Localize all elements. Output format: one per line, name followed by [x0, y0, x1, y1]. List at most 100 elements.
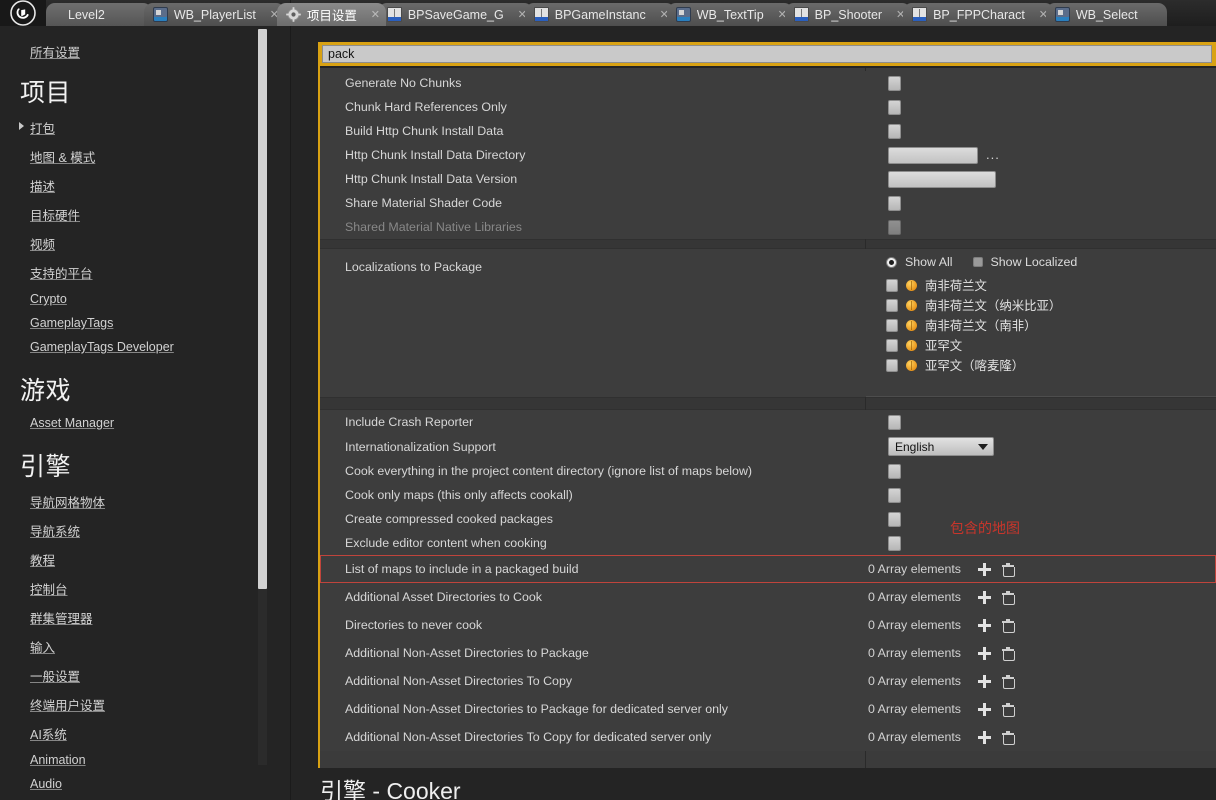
property-row[interactable]: Generate No Chunks: [320, 71, 1216, 95]
sidebar-scrollbar-thumb[interactable]: [258, 29, 267, 589]
checkbox[interactable]: [888, 99, 901, 115]
editor-tab-wb-texttip[interactable]: WB_TextTip ✕: [666, 3, 793, 26]
localization-list-item[interactable]: 南非荷兰文: [886, 275, 1216, 295]
checkbox[interactable]: [886, 278, 898, 292]
property-row[interactable]: Cook everything in the project content d…: [320, 459, 1216, 483]
delete-icon[interactable]: [1002, 674, 1015, 689]
text-input[interactable]: [888, 170, 996, 188]
checkbox[interactable]: [888, 195, 901, 211]
delete-icon[interactable]: [1002, 618, 1015, 633]
checkbox[interactable]: [886, 318, 898, 332]
editor-tab-wb-playerlist[interactable]: WB_PlayerList ✕: [143, 3, 285, 26]
property-row[interactable]: Internationalization Support English: [320, 434, 1216, 459]
property-row[interactable]: Http Chunk Install Data Version: [320, 167, 1216, 191]
chevron-down-icon[interactable]: [978, 443, 988, 450]
property-row[interactable]: Include Crash Reporter: [320, 410, 1216, 434]
settings-sidebar[interactable]: 所有设置 项目 打包 地图 & 模式 描述 目标硬件 视频 支持的平台 Crypto Gamep…: [0, 26, 268, 800]
checkbox[interactable]: [886, 298, 898, 312]
checkbox[interactable]: [888, 414, 901, 430]
add-element-icon[interactable]: [978, 730, 991, 744]
chevron-right-icon[interactable]: [19, 122, 24, 130]
checkbox[interactable]: [888, 123, 901, 139]
close-icon[interactable]: ✕: [369, 8, 382, 21]
dropdown-select[interactable]: English: [888, 437, 994, 456]
property-row[interactable]: Share Material Shader Code: [320, 191, 1216, 215]
sidebar-item-地图-模式[interactable]: 地图 & 模式: [0, 142, 268, 171]
editor-tab-bpsavegame-g[interactable]: BPSaveGame_G ✕: [377, 3, 533, 26]
sidebar-item-描述[interactable]: 描述: [0, 171, 268, 200]
add-element-icon[interactable]: [978, 702, 991, 716]
sidebar-item-打包[interactable]: 打包: [0, 113, 268, 142]
sidebar-item-目标硬件[interactable]: 目标硬件: [0, 200, 268, 229]
sidebar-item-audio[interactable]: Audio: [0, 772, 268, 796]
checkbox[interactable]: [886, 358, 898, 372]
delete-icon[interactable]: [1002, 702, 1015, 717]
sidebar-item-视频[interactable]: 视频: [0, 229, 268, 258]
checkbox[interactable]: [888, 535, 901, 551]
sidebar-item-collision[interactable]: Collision: [0, 796, 268, 800]
editor-tab--[interactable]: 项目设置 ✕: [276, 3, 386, 26]
property-row[interactable]: Additional Non-Asset Directories to Pack…: [320, 695, 1216, 723]
checkbox[interactable]: [888, 75, 901, 91]
property-row[interactable]: Http Chunk Install Data Directory...: [320, 143, 1216, 167]
checkbox[interactable]: [888, 487, 901, 503]
sidebar-item-控制台[interactable]: 控制台: [0, 574, 268, 603]
directory-input[interactable]: [888, 146, 978, 164]
sidebar-item-支持的平台[interactable]: 支持的平台: [0, 258, 268, 287]
localization-list-item[interactable]: 南非荷兰文（纳米比亚）: [886, 295, 1216, 315]
property-row[interactable]: Chunk Hard References Only: [320, 95, 1216, 119]
sidebar-all-settings[interactable]: 所有设置: [0, 26, 268, 61]
unreal-engine-logo-icon[interactable]: [0, 0, 46, 26]
sidebar-item-ai系统[interactable]: AI系统: [0, 719, 268, 748]
property-row[interactable]: Additional Non-Asset Directories To Copy…: [320, 667, 1216, 695]
sidebar-item-asset-manager[interactable]: Asset Manager: [0, 411, 268, 435]
sidebar-item-animation[interactable]: Animation: [0, 748, 268, 772]
property-row[interactable]: Exclude editor content when cooking: [320, 531, 1216, 555]
property-row[interactable]: List of maps to include in a packaged bu…: [320, 555, 1216, 583]
sidebar-item-一般设置[interactable]: 一般设置: [0, 661, 268, 690]
browse-button[interactable]: ...: [986, 148, 1000, 161]
property-row[interactable]: Shared Material Native Libraries: [320, 215, 1216, 239]
property-row[interactable]: Additional Asset Directories to Cook 0 Ar…: [320, 583, 1216, 611]
localizations-to-package-row[interactable]: Localizations to Package Show All Show Loc…: [320, 249, 1216, 397]
property-row[interactable]: Additional Non-Asset Directories To Copy…: [320, 723, 1216, 751]
sidebar-item-群集管理器[interactable]: 群集管理器: [0, 603, 268, 632]
editor-tab-level2[interactable]: Level2: [46, 3, 152, 26]
add-element-icon[interactable]: [978, 646, 991, 660]
add-element-icon[interactable]: [978, 590, 991, 604]
checkbox[interactable]: [886, 338, 898, 352]
radio-show-localized[interactable]: [972, 257, 983, 267]
sidebar-item-gameplaytags[interactable]: GameplayTags: [0, 311, 268, 335]
sidebar-item-gameplaytags-developer[interactable]: GameplayTags Developer: [0, 335, 268, 359]
sidebar-item-导航系统[interactable]: 导航系统: [0, 516, 268, 545]
sidebar-item-输入[interactable]: 输入: [0, 632, 268, 661]
search-input[interactable]: pack: [322, 45, 1212, 63]
sidebar-item-crypto[interactable]: Crypto: [0, 287, 268, 311]
delete-icon[interactable]: [1002, 590, 1015, 605]
add-element-icon[interactable]: [978, 618, 991, 632]
checkbox[interactable]: [888, 219, 901, 235]
localization-list-item[interactable]: 亚罕文（喀麦隆）: [886, 355, 1216, 375]
property-row[interactable]: Directories to never cook 0 Array element…: [320, 611, 1216, 639]
add-element-icon[interactable]: [978, 562, 991, 576]
delete-icon[interactable]: [1002, 730, 1015, 745]
sidebar-item-终端用户设置[interactable]: 终端用户设置: [0, 690, 268, 719]
add-element-icon[interactable]: [978, 674, 991, 688]
editor-tab-bp-fppcharact[interactable]: BP_FPPCharact ✕: [903, 3, 1054, 26]
checkbox[interactable]: [888, 511, 901, 527]
delete-icon[interactable]: [1002, 562, 1015, 577]
editor-tab-bpgameinstanc[interactable]: BPGameInstanc ✕: [524, 3, 675, 26]
editor-tab-wb-select[interactable]: WB_Select: [1045, 3, 1167, 26]
property-row[interactable]: Cook only maps (this only affects cookal…: [320, 483, 1216, 507]
editor-tab-bp-shooter[interactable]: BP_Shooter ✕: [784, 3, 912, 26]
localization-list-item[interactable]: 亚罕文: [886, 335, 1216, 355]
property-row[interactable]: Additional Non-Asset Directories to Pack…: [320, 639, 1216, 667]
checkbox[interactable]: [888, 463, 901, 479]
delete-icon[interactable]: [1002, 646, 1015, 661]
localization-list-item[interactable]: 南非荷兰文（南非）: [886, 315, 1216, 335]
radio-show-all[interactable]: [886, 256, 897, 268]
property-row[interactable]: Create compressed cooked packages: [320, 507, 1216, 531]
sidebar-item-教程[interactable]: 教程: [0, 545, 268, 574]
sidebar-item-导航网格物体[interactable]: 导航网格物体: [0, 487, 268, 516]
property-row[interactable]: Build Http Chunk Install Data: [320, 119, 1216, 143]
